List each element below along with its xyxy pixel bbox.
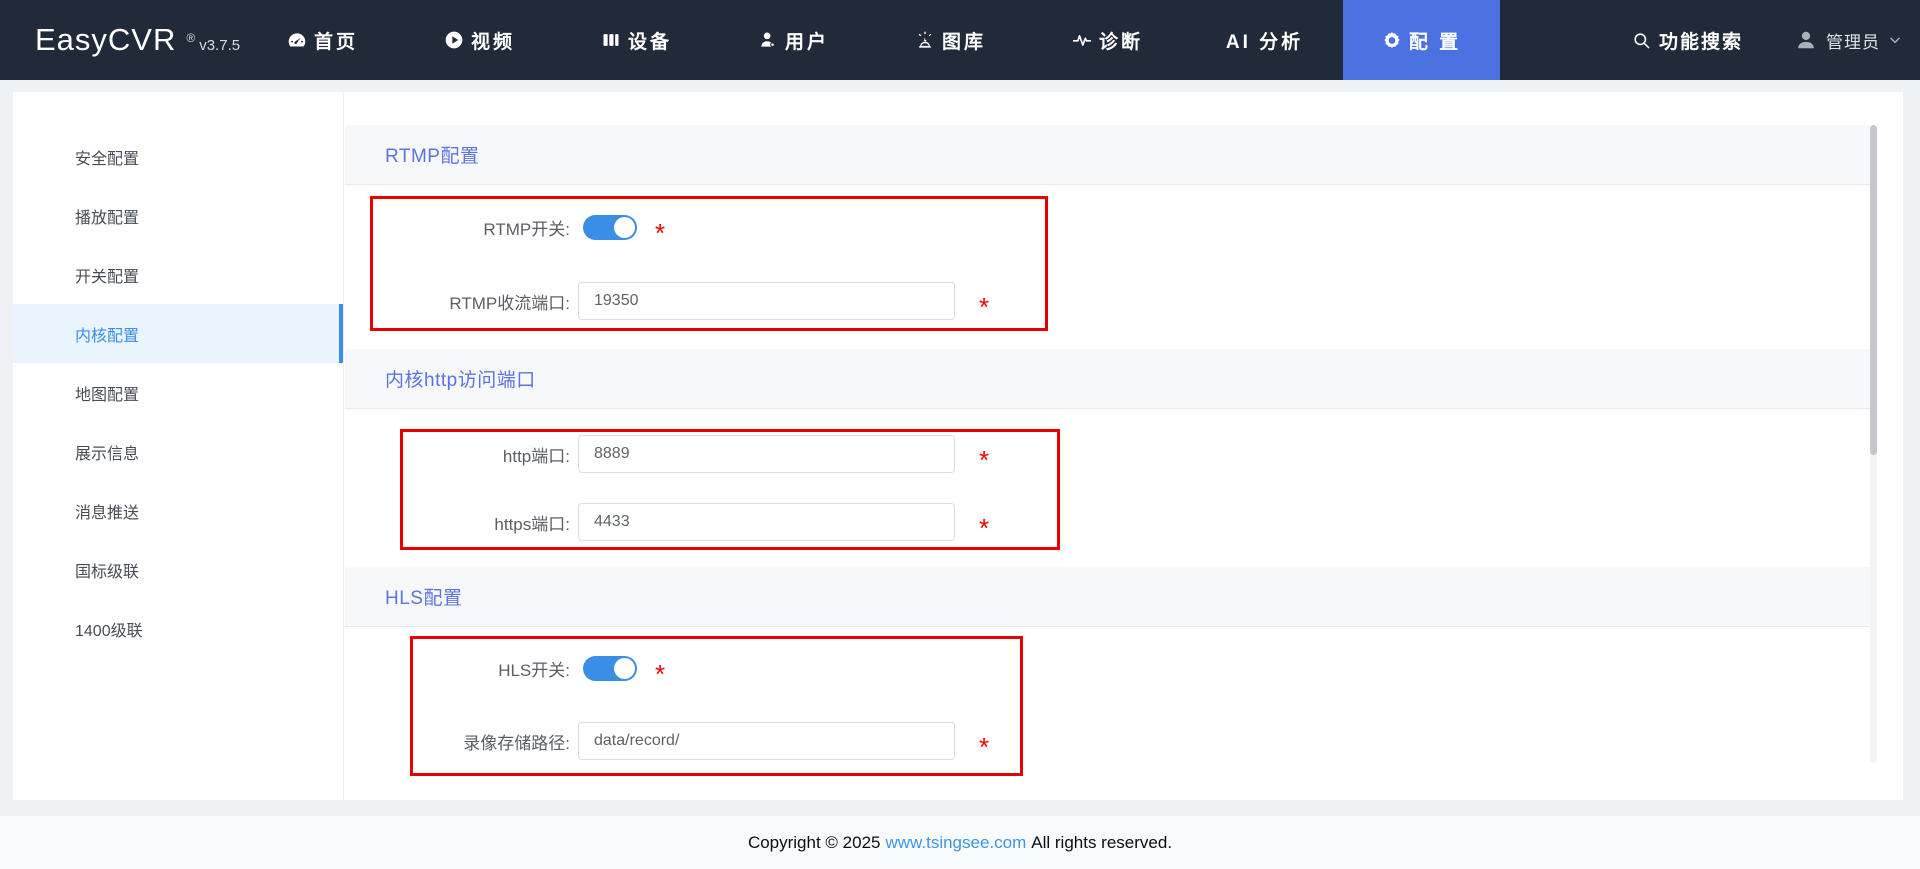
form-label: https端口: xyxy=(345,510,578,535)
switch-knob xyxy=(614,217,635,238)
sidebar-item-label: 国标级联 xyxy=(75,558,139,582)
section-title: 内核http访问端口 xyxy=(385,365,536,392)
gallery-alarm-icon xyxy=(915,30,935,50)
main-card: 安全配置 播放配置 开关配置 内核配置 地图配置 展示信息 消息推送 国标级联 … xyxy=(13,92,1903,800)
form-label: 录像存储路径: xyxy=(345,729,578,754)
nav-label: 配 置 xyxy=(1409,27,1461,54)
sidebar-item-switch-config[interactable]: 开关配置 xyxy=(13,245,343,304)
sidebar-item-playback-config[interactable]: 播放配置 xyxy=(13,186,343,245)
section-header-hls: HLS配置 xyxy=(345,567,1870,627)
top-navbar: EasyCVR ® v3.7.5 首页 视频 设备 用户 xyxy=(0,0,1920,80)
nav-item-device[interactable]: 设备 xyxy=(558,0,715,80)
sidebar-item-label: 内核配置 xyxy=(75,322,139,346)
video-play-icon xyxy=(444,30,464,50)
form-row-hls-switch: HLS开关: * xyxy=(345,650,1870,686)
sidebar-item-display-info[interactable]: 展示信息 xyxy=(13,422,343,481)
form-row-rtmp-port: RTMP收流端口: * xyxy=(345,282,1870,320)
sidebar-item-kernel-config[interactable]: 内核配置 xyxy=(13,304,343,363)
sidebar-item-1400-cascade[interactable]: 1400级联 xyxy=(13,599,343,658)
form-label: http端口: xyxy=(345,442,578,467)
sidebar-item-label: 消息推送 xyxy=(75,499,139,523)
nav-label: 设备 xyxy=(628,27,672,54)
section-header-rtmp: RTMP配置 xyxy=(345,125,1870,185)
app-version: v3.7.5 xyxy=(199,37,240,54)
form-label: RTMP收流端口: xyxy=(345,289,578,314)
chevron-down-icon xyxy=(1888,33,1902,47)
hls-switch-toggle[interactable] xyxy=(583,656,637,681)
copyright-suffix: All rights reserved. xyxy=(1031,833,1172,853)
required-asterisk: * xyxy=(655,228,665,238)
nav-label: 用户 xyxy=(785,27,829,54)
gear-icon xyxy=(1382,30,1402,50)
sidebar-item-label: 1400级联 xyxy=(75,617,143,641)
function-search-label: 功能搜索 xyxy=(1659,27,1743,54)
record-path-input[interactable] xyxy=(578,722,955,760)
app-logo: EasyCVR xyxy=(35,22,176,58)
form-label: HLS开关: xyxy=(345,656,578,681)
nav-item-user[interactable]: 用户 xyxy=(715,0,872,80)
sidebar-item-label: 展示信息 xyxy=(75,440,139,464)
http-port-input[interactable] xyxy=(578,435,955,473)
config-content: RTMP配置 RTMP开关: * RTMP收流端口: * 内核http访问端口 … xyxy=(345,92,1870,800)
nav-item-gallery[interactable]: 图库 xyxy=(872,0,1029,80)
dashboard-icon xyxy=(287,30,307,50)
switch-knob xyxy=(614,658,635,679)
section-header-kernel-http: 内核http访问端口 xyxy=(345,349,1870,409)
navbar-right: 功能搜索 管理员 xyxy=(1632,27,1920,54)
brand: EasyCVR ® v3.7.5 xyxy=(0,22,244,58)
nav-item-diagnosis[interactable]: 诊断 xyxy=(1029,0,1186,80)
scrollbar-track[interactable] xyxy=(1870,125,1877,763)
diagnosis-pulse-icon xyxy=(1072,30,1092,50)
section-title: RTMP配置 xyxy=(385,141,479,168)
nav-item-ai-analysis[interactable]: AI 分析 xyxy=(1186,0,1343,80)
form-row-rtmp-switch: RTMP开关: * xyxy=(345,209,1870,245)
nav-label: 图库 xyxy=(942,27,986,54)
sidebar-item-gb-cascade[interactable]: 国标级联 xyxy=(13,540,343,599)
sidebar-item-label: 安全配置 xyxy=(75,145,139,169)
nav-label: 诊断 xyxy=(1099,27,1143,54)
nav-label: 首页 xyxy=(314,27,358,54)
form-row-http-port: http端口: * xyxy=(345,435,1870,473)
rtmp-port-input[interactable] xyxy=(578,282,955,320)
nav-label: 视频 xyxy=(471,27,515,54)
sidebar-item-message-push[interactable]: 消息推送 xyxy=(13,481,343,540)
section-title: HLS配置 xyxy=(385,583,462,610)
nav-label: AI 分析 xyxy=(1226,27,1303,54)
person-icon xyxy=(1795,29,1817,51)
required-asterisk: * xyxy=(979,302,989,312)
rtmp-switch-toggle[interactable] xyxy=(583,215,637,240)
page-footer: Copyright © 2025 www.tsingsee.com All ri… xyxy=(0,816,1920,869)
sidebar-item-label: 播放配置 xyxy=(75,204,139,228)
user-icon xyxy=(758,30,778,50)
main-nav: 首页 视频 设备 用户 图库 xyxy=(244,0,1500,80)
account-menu[interactable]: 管理员 xyxy=(1795,28,1902,53)
account-name: 管理员 xyxy=(1826,28,1880,53)
function-search[interactable]: 功能搜索 xyxy=(1632,27,1743,54)
nav-item-video[interactable]: 视频 xyxy=(401,0,558,80)
form-row-https-port: https端口: * xyxy=(345,503,1870,541)
required-asterisk: * xyxy=(655,669,665,679)
device-icon xyxy=(601,30,621,50)
registered-mark: ® xyxy=(186,31,195,45)
form-row-record-path: 录像存储路径: * xyxy=(345,722,1870,760)
required-asterisk: * xyxy=(979,742,989,752)
sidebar-item-label: 地图配置 xyxy=(75,381,139,405)
settings-sidebar: 安全配置 播放配置 开关配置 内核配置 地图配置 展示信息 消息推送 国标级联 … xyxy=(13,92,344,800)
search-icon xyxy=(1632,31,1651,50)
tsingsee-link[interactable]: www.tsingsee.com xyxy=(885,833,1026,853)
sidebar-item-security-config[interactable]: 安全配置 xyxy=(13,127,343,186)
required-asterisk: * xyxy=(979,523,989,533)
required-asterisk: * xyxy=(979,455,989,465)
https-port-input[interactable] xyxy=(578,503,955,541)
form-label: RTMP开关: xyxy=(345,215,578,240)
sidebar-item-label: 开关配置 xyxy=(75,263,139,287)
scrollbar-thumb[interactable] xyxy=(1870,125,1877,455)
nav-item-home[interactable]: 首页 xyxy=(244,0,401,80)
nav-item-config[interactable]: 配 置 xyxy=(1343,0,1500,80)
sidebar-item-map-config[interactable]: 地图配置 xyxy=(13,363,343,422)
copyright-prefix: Copyright © 2025 xyxy=(748,833,881,853)
